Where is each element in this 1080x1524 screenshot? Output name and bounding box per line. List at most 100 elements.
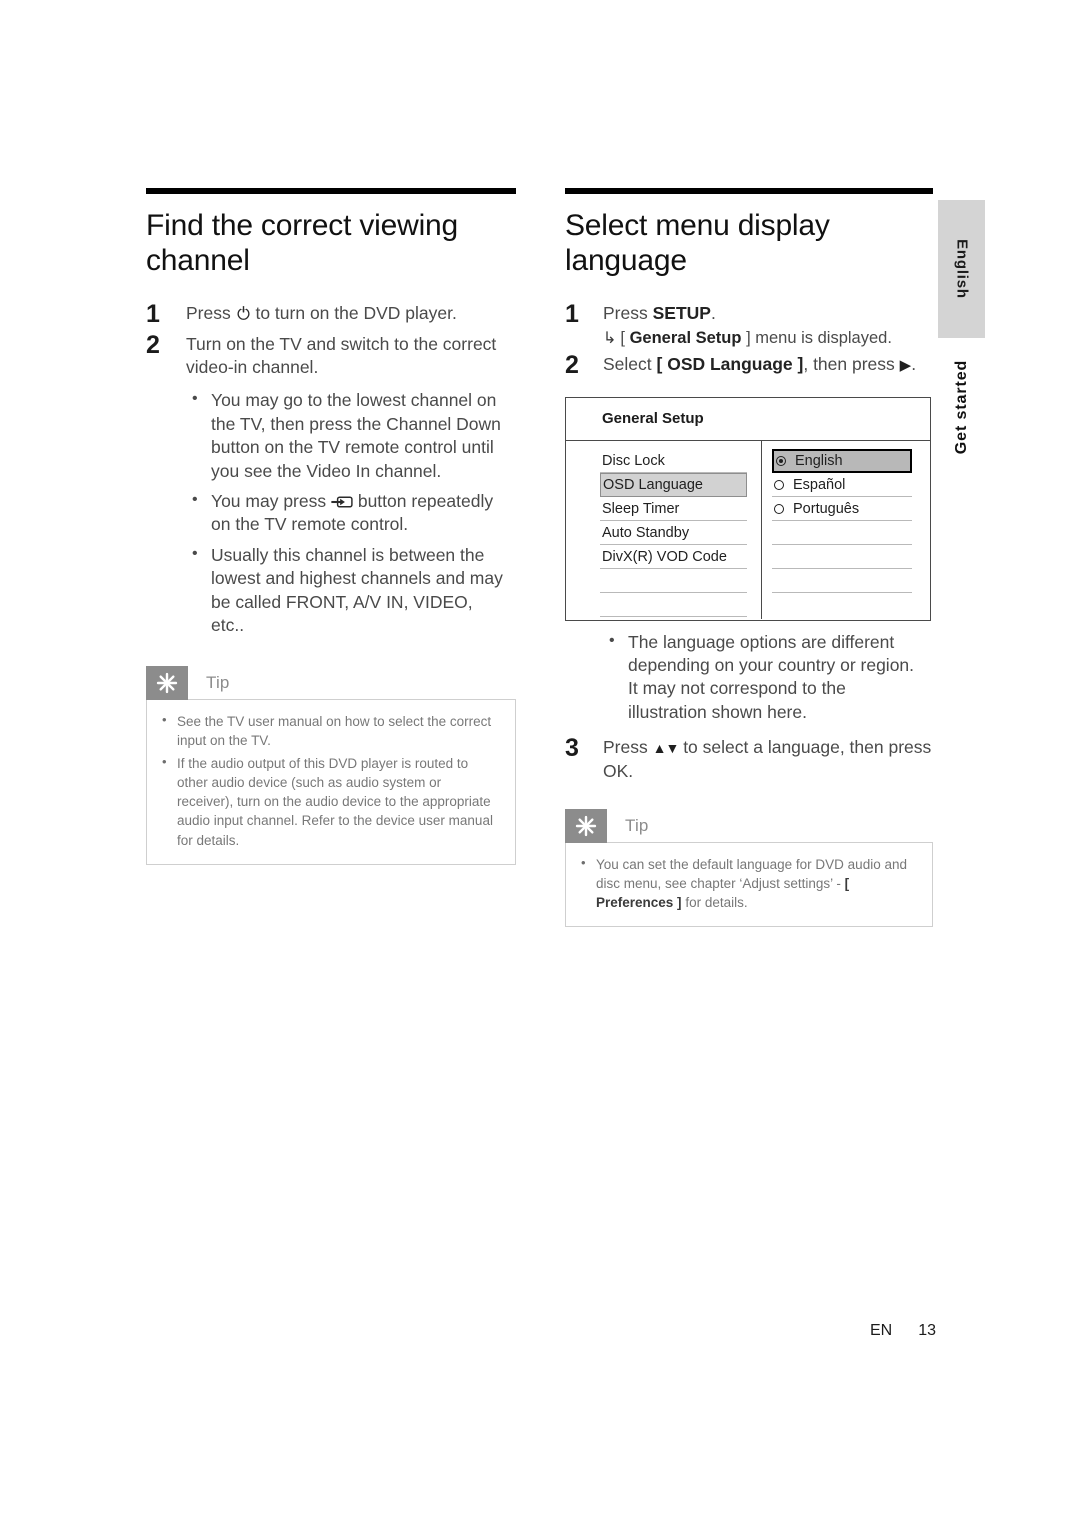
step-text-before-icon: Press [186,303,236,324]
right-steps-list-continued: 3 Press ▲▼ to select a language, then pr… [565,734,933,783]
step-text-tail: . [710,303,716,324]
osd-item-osd-language[interactable]: OSD Language [600,473,747,498]
tip-list: You can set the default language for DVD… [576,854,918,912]
osd-option-espanol[interactable]: Español [772,473,912,498]
step-number: 1 [565,300,579,329]
side-tab-section-label: Get started [952,359,970,455]
step-text-plain: Select [603,354,657,375]
step-number: 1 [146,300,160,329]
bullet-item: You may go to the lowest channel on the … [186,388,504,483]
osd-option-empty [772,521,912,546]
tip-body: You can set the default language for DVD… [565,841,933,928]
result-hook-icon: ↳ [603,330,617,348]
radio-selected-icon [776,456,786,467]
up-down-arrows-icon: ▲▼ [652,740,680,757]
result-tail: menu is displayed. [750,329,892,348]
tv-source-input-icon [331,492,353,508]
osd-option-empty [772,545,912,570]
tip-header: Tip [146,665,516,700]
heading-rule-left [146,188,516,194]
tip-header: Tip [565,808,933,843]
step-text: Press SETUP. ↳[ General Setup ] menu is … [603,302,933,350]
osd-item-divx-vod-code[interactable]: DivX(R) VOD Code [600,545,747,570]
manual-page: Find the correct viewing channel 1 Press… [0,0,1080,1524]
tip-text-part1: You can set the default language for DVD… [596,856,907,891]
step-item: 3 Press ▲▼ to select a language, then pr… [565,734,933,783]
right-bullet-list: The language options are different depen… [603,630,923,725]
osd-language-options: English Español Português [762,441,930,619]
tip-title: Tip [625,815,649,835]
starburst-glyph [575,815,597,836]
tip-item: You can set the default language for DVD… [576,854,918,912]
step-item: 2 Turn on the TV and switch to the corre… [146,330,516,380]
bullet-item: The language options are different depen… [603,630,923,725]
step-item: 1 Press to turn on the DVD player. [146,300,516,330]
tip-starburst-icon [565,808,607,843]
step-text: Press ▲▼ to select a language, then pres… [603,736,933,783]
page-title-right: Select menu display language [565,209,830,278]
osd-item-sleep-timer[interactable]: Sleep Timer [600,497,747,522]
osd-settings-list: Disc Lock OSD Language Sleep Timer Auto … [566,441,762,620]
step-text-bold: SETUP [652,303,711,324]
step-result: ↳[ General Setup ] menu is displayed. [603,327,933,350]
step-text: Press to turn on the DVD player. [186,302,516,325]
tip-starburst-icon [146,665,188,700]
left-steps-list: 1 Press to turn on the DVD player. 2 Tur… [146,300,516,380]
osd-columns: Disc Lock OSD Language Sleep Timer Auto … [566,441,930,620]
tip-item: See the TV user manual on how to select … [157,711,501,750]
step-text: Turn on the TV and switch to the correct… [186,333,497,377]
step-bracket-open: [ [656,354,663,375]
osd-option-portugues[interactable]: Português [772,497,912,522]
page-title-left: Find the correct viewing channel [146,209,459,278]
tip-item: If the audio output of this DVD player i… [157,753,501,850]
starburst-glyph [156,672,178,693]
step-text-plain: Press [603,303,653,324]
side-tab-language: English [938,200,985,338]
osd-item-disc-lock[interactable]: Disc Lock [600,449,747,474]
result-bold: General Setup [629,329,742,348]
radio-unselected-icon [774,503,784,514]
page-footer: EN 13 [0,1322,1080,1340]
bullet-item: You may press button repeatedly on the T… [186,489,504,537]
left-bullet-list: You may go to the lowest channel on the … [186,388,504,638]
tip-body: See the TV user manual on how to select … [146,698,516,865]
step-text-bold: OSD Language [667,354,793,375]
step-item: 1 Press SETUP. ↳[ General Setup ] menu i… [565,300,933,350]
osd-option-label: Português [793,500,860,517]
bullet-text-before-icon: You may press [211,490,331,511]
step-text: Select [ OSD Language ], then press ▶. [603,353,933,376]
left-column: Find the correct viewing channel 1 Press… [146,188,516,865]
power-icon [236,304,251,321]
osd-option-empty [772,569,912,594]
step-text-end: . [911,354,917,375]
tip-box-right: Tip You can set the default language for… [565,808,933,928]
osd-option-english[interactable]: English [772,449,912,474]
right-steps-list: 1 Press SETUP. ↳[ General Setup ] menu i… [565,300,933,380]
radio-unselected-icon [774,479,784,490]
step-text-plain: Press [603,737,653,758]
osd-option-label: English [795,453,843,470]
tip-list: See the TV user manual on how to select … [157,711,501,850]
heading-rule-right [565,188,933,194]
tip-text-part2: for details. [681,895,748,911]
osd-general-setup-screenshot: General Setup Disc Lock OSD Language Sle… [565,396,931,621]
bullet-item: Usually this channel is between the lowe… [186,543,504,638]
osd-item-empty [600,593,747,618]
tip-box-left: Tip See the TV user manual on how to sel… [146,665,516,865]
footer-page-number: 13 [918,1322,936,1339]
right-column: Select menu display language 1 Press SET… [565,188,933,928]
result-bracket-open: [ [620,329,625,348]
side-tab-section: Get started [938,352,985,462]
osd-title: General Setup [602,409,704,427]
triangle-right-icon: ▶ [899,357,912,375]
tip-title: Tip [206,672,230,692]
osd-item-empty [600,569,747,594]
step-number: 2 [565,351,579,380]
side-tab-language-label: English [953,239,970,299]
step-number: 2 [146,330,160,359]
footer-locale: EN [869,1322,893,1339]
step-number: 3 [565,734,579,763]
osd-option-label: Español [793,476,846,493]
osd-item-auto-standby[interactable]: Auto Standby [600,521,747,546]
step-text-after-icon: to turn on the DVD player. [250,303,457,324]
